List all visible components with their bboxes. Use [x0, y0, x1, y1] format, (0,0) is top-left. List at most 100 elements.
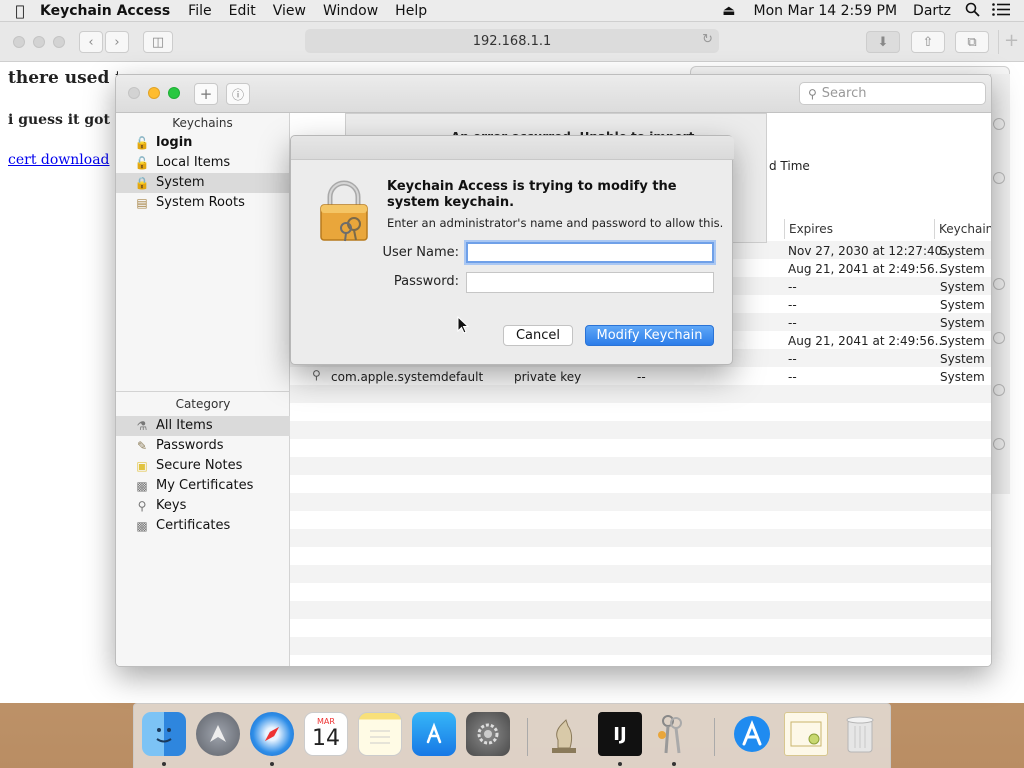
kc-close-button[interactable]	[128, 87, 140, 99]
launchpad-icon[interactable]	[196, 712, 240, 756]
cell-expires: --	[788, 316, 797, 330]
plus-icon: +	[199, 85, 213, 103]
category-my-certificates[interactable]: ▩ My Certificates	[116, 476, 290, 496]
table-row[interactable]: ⚲ com.apple.systemdefault private key --…	[290, 367, 991, 385]
cell-date: --	[637, 370, 646, 384]
intellij-idea-icon[interactable]: IJ	[598, 712, 642, 756]
category-secure-notes[interactable]: ▣ Secure Notes	[116, 456, 290, 476]
add-item-button[interactable]: +	[194, 83, 218, 105]
kc-zoom-button[interactable]	[168, 87, 180, 99]
chevron-right-icon: ›	[114, 34, 120, 50]
new-tab-button[interactable]: +	[998, 30, 1024, 54]
certificate-file-icon[interactable]	[784, 712, 828, 756]
back-button[interactable]: ‹	[79, 31, 103, 53]
cell-keychain: System	[940, 370, 985, 384]
key-icon: ⚲	[312, 368, 321, 382]
search-field[interactable]: ⚲ Search	[799, 82, 986, 105]
cert-download-link[interactable]: cert download	[8, 152, 110, 168]
row-background	[290, 439, 991, 457]
sidebar-item-system[interactable]: 🔒 System	[116, 173, 289, 193]
forward-button[interactable]: ›	[105, 31, 129, 53]
safari-zoom-button[interactable]	[53, 36, 65, 48]
row-background	[290, 601, 991, 619]
row-background	[290, 619, 991, 637]
reveal-icon[interactable]	[993, 332, 1005, 344]
row-background	[290, 403, 991, 421]
sidebar-item-login[interactable]: 🔓 login	[116, 133, 289, 153]
cell-keychain: System	[940, 334, 985, 348]
spotlight-icon[interactable]	[965, 2, 980, 21]
notes-icon[interactable]	[358, 712, 402, 756]
finder-icon[interactable]	[142, 712, 186, 756]
reveal-icon[interactable]	[993, 172, 1005, 184]
menu-window[interactable]: Window	[323, 3, 378, 19]
tabs-overview-button[interactable]: ⧉	[955, 31, 989, 53]
row-background	[290, 583, 991, 601]
apple-menu-icon[interactable]: 	[0, 2, 40, 20]
address-bar[interactable]: 192.168.1.1 ↻	[305, 29, 719, 53]
modify-keychain-button[interactable]: Modify Keychain	[585, 325, 714, 346]
chess-icon[interactable]	[542, 712, 586, 756]
cell-expires: --	[788, 352, 797, 366]
reveal-icon[interactable]	[993, 384, 1005, 396]
safari-toolbar: ‹ › ◫ 192.168.1.1 ↻ ⬇ ⇧ ⧉ +	[0, 22, 1024, 62]
app-store-icon[interactable]	[412, 712, 456, 756]
sidebar-toggle-button[interactable]: ◫	[143, 31, 173, 53]
keychain-toolbar: + ⓘ ⚲ Search	[116, 75, 991, 113]
note-icon: ▣	[136, 459, 148, 473]
password-icon: ✎	[136, 439, 148, 453]
column-header-keychain[interactable]: Keychain	[934, 219, 991, 239]
menu-view[interactable]: View	[273, 3, 306, 19]
lock-icon	[318, 180, 370, 242]
row-background	[290, 529, 991, 547]
info-icon: ⓘ	[231, 87, 244, 102]
menu-user[interactable]: Dartz	[913, 3, 951, 19]
cell-expires: --	[788, 298, 797, 312]
cell-keychain: System	[940, 316, 985, 330]
menu-edit[interactable]: Edit	[229, 3, 256, 19]
category-all-items[interactable]: ⚗ All Items	[116, 416, 290, 436]
column-header-expires[interactable]: Expires	[784, 219, 934, 239]
safari-close-button[interactable]	[13, 36, 25, 48]
app-store-folder-icon[interactable]	[730, 712, 774, 756]
cell-keychain: System	[940, 244, 985, 258]
cabinet-icon: ▤	[136, 196, 148, 210]
menu-file[interactable]: File	[188, 3, 211, 19]
trash-icon[interactable]	[838, 712, 882, 756]
download-icon: ⬇	[877, 34, 889, 50]
safari-minimize-button[interactable]	[33, 36, 45, 48]
reveal-icon[interactable]	[993, 438, 1005, 450]
share-button[interactable]: ⇧	[911, 31, 945, 53]
eject-icon[interactable]: ⏏	[722, 3, 735, 19]
safari-icon[interactable]	[250, 712, 294, 756]
menu-help[interactable]: Help	[395, 3, 427, 19]
app-menu[interactable]: Keychain Access	[40, 3, 170, 19]
reload-icon[interactable]: ↻	[702, 32, 713, 47]
username-field[interactable]	[466, 242, 714, 263]
row-background	[290, 547, 991, 565]
category-passwords[interactable]: ✎ Passwords	[116, 436, 290, 456]
sidebar-item-label: Local Items	[156, 155, 231, 170]
menu-clock[interactable]: Mon Mar 14 2:59 PM	[754, 3, 898, 19]
sidebar-item-label: System	[156, 175, 205, 190]
sidebar-item-system-roots[interactable]: ▤ System Roots	[116, 193, 289, 213]
password-field[interactable]	[466, 272, 714, 293]
sidebar-item-local-items[interactable]: 🔓 Local Items	[116, 153, 289, 173]
calendar-icon[interactable]: MAR 14	[304, 712, 348, 756]
kc-minimize-button[interactable]	[148, 87, 160, 99]
reveal-icon[interactable]	[993, 118, 1005, 130]
reveal-icon[interactable]	[993, 278, 1005, 290]
category-keys[interactable]: ⚲ Keys	[116, 496, 290, 516]
row-background	[290, 475, 991, 493]
system-preferences-icon[interactable]	[466, 712, 510, 756]
downloads-button[interactable]: ⬇	[866, 31, 900, 53]
cancel-button[interactable]: Cancel	[503, 325, 573, 346]
running-indicator	[672, 762, 676, 766]
dialog-title: Keychain Access is trying to modify the …	[387, 179, 677, 210]
notification-center-icon[interactable]	[992, 2, 1010, 20]
get-info-button[interactable]: ⓘ	[226, 83, 250, 105]
category-certificates[interactable]: ▩ Certificates	[116, 516, 290, 536]
certificate-icon: ▩	[136, 519, 148, 533]
keychain-access-icon[interactable]	[650, 712, 694, 756]
dock-separator	[714, 718, 715, 756]
